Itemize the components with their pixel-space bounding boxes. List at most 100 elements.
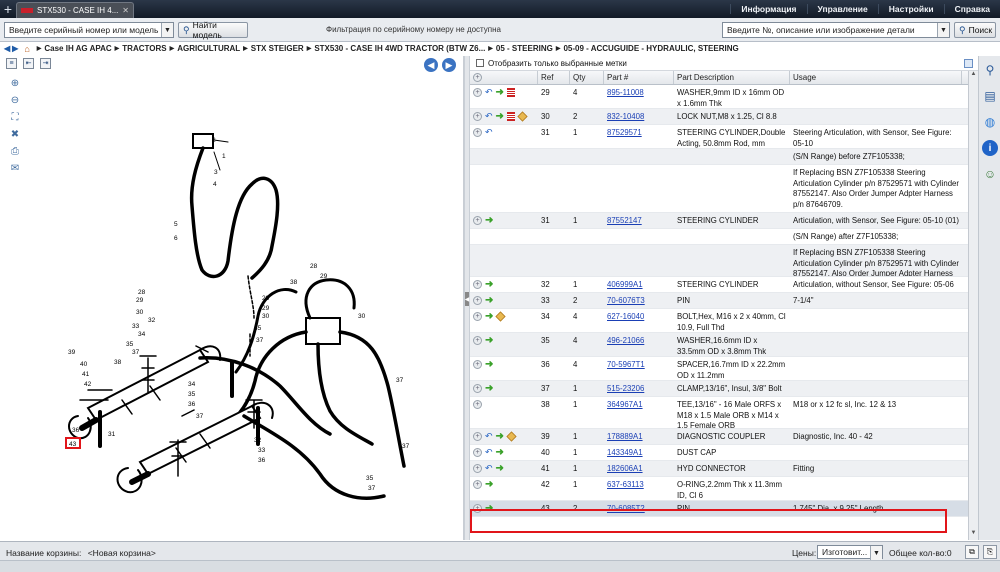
col-usage[interactable]: Usage — [790, 71, 962, 84]
table-row[interactable]: If Replacing BSN Z7F105338 Steering Arti… — [470, 165, 968, 213]
cell-part[interactable]: 70-6076T3 — [604, 293, 674, 308]
go-to-part-icon[interactable]: ➜ — [485, 280, 493, 290]
go-to-part-icon[interactable]: ➜ — [485, 336, 493, 346]
callout-28b[interactable]: 28 — [262, 295, 270, 302]
part-number-link[interactable]: 70-5967T1 — [607, 360, 645, 369]
scroll-up-icon[interactable]: ▲ — [969, 71, 978, 81]
callout-32[interactable]: 32 — [148, 317, 156, 324]
part-number-link[interactable]: 895-11008 — [607, 88, 644, 97]
go-to-part-icon[interactable]: ➜ — [496, 464, 504, 474]
callout-33[interactable]: 33 — [132, 323, 140, 330]
cell-part[interactable]: 70-6085T2 — [604, 501, 674, 516]
col-desc[interactable]: Part Description — [674, 71, 790, 84]
callout-35b[interactable]: 35 — [254, 325, 262, 332]
callout-35[interactable]: 35 — [126, 341, 134, 348]
where-used-icon[interactable]: ↶ — [485, 432, 493, 441]
table-row[interactable]: (S/N Range) after Z7F105338; — [470, 229, 968, 245]
table-row[interactable]: + ➜ 36 4 70-5967T1 SPACER,16.7mm ID x 22.2mm … — [470, 357, 968, 381]
callout-38[interactable]: 38 — [114, 359, 122, 366]
close-tab-icon[interactable]: ✕ — [122, 6, 129, 15]
breadcrumb-item[interactable]: TRACTORS — [122, 44, 166, 53]
restore-icon[interactable] — [964, 58, 973, 68]
show-selected-checkbox[interactable] — [476, 59, 484, 67]
part-number-link[interactable]: 637-63113 — [607, 480, 644, 489]
table-row[interactable]: + ➜ 37 1 515-23206 CLAMP,13/16", Insul, 3/8" … — [470, 381, 968, 397]
callout-43[interactable]: 43 — [69, 441, 77, 448]
callout-37d[interactable]: 37 — [396, 377, 404, 384]
part-number-link[interactable]: 832-10408 — [607, 112, 644, 121]
callout-39[interactable]: 39 — [68, 349, 76, 356]
cell-part[interactable]: 637-63113 — [604, 477, 674, 500]
table-row[interactable]: + ↶ ➜ 39 1 178889A1 DIAGNOSTIC COUPLER Diagnost… — [470, 429, 968, 445]
cart-icon[interactable]: ⎘ — [983, 545, 997, 559]
callout-30[interactable]: 30 — [136, 309, 144, 316]
callout-35c[interactable]: 35 — [188, 391, 196, 398]
scroll-down-icon[interactable]: ▼ — [969, 530, 978, 540]
info-icon[interactable]: i — [982, 140, 998, 156]
chevron-down-icon[interactable]: ▼ — [161, 23, 173, 37]
part-number-link[interactable]: 70-6085T2 — [607, 504, 645, 513]
cell-part[interactable]: 515-23206 — [604, 381, 674, 396]
part-number-link[interactable]: 496-21066 — [607, 336, 644, 345]
callout-29c[interactable]: 29 — [320, 273, 328, 280]
new-tab-button[interactable]: + — [0, 0, 16, 18]
part-number-link[interactable]: 406999A1 — [607, 280, 643, 289]
callout-41[interactable]: 41 — [82, 371, 90, 378]
breadcrumb-item[interactable]: Case IH AG APAC — [44, 44, 111, 53]
callout-3[interactable]: 3 — [214, 169, 218, 176]
cell-part[interactable]: 627-16040 — [604, 309, 674, 332]
add-to-cart-icon[interactable]: + — [473, 280, 482, 289]
nav-info[interactable]: Информация — [730, 4, 806, 14]
callout-34[interactable]: 34 — [138, 331, 146, 338]
breadcrumb-item[interactable]: 05 - STEERING — [496, 44, 553, 53]
table-row[interactable]: + ➜ 42 1 637-63113 O-RING,2.2mm Thk x 11.3mm … — [470, 477, 968, 501]
add-to-cart-icon[interactable]: + — [473, 360, 482, 369]
collapse-left-icon[interactable]: ◀ — [465, 292, 469, 306]
part-number-link[interactable]: 627-16040 — [607, 312, 644, 321]
chevron-down-icon[interactable]: ▼ — [870, 546, 882, 560]
where-used-icon[interactable]: ↶ — [485, 448, 493, 457]
cell-part[interactable]: 496-21066 — [604, 333, 674, 356]
go-to-part-icon[interactable]: ➜ — [485, 312, 493, 322]
breadcrumb-item[interactable]: 05-09 - ACCUGUIDE - HYDRAULIC, STEERING — [563, 44, 738, 53]
table-row[interactable]: + ↶ 31 1 87529571 STEERING CYLINDER,Double Ac… — [470, 125, 968, 149]
cell-part[interactable]: 406999A1 — [604, 277, 674, 292]
breadcrumb-item[interactable]: STX530 - CASE IH 4WD TRACTOR (BTW Z6... — [314, 44, 485, 53]
part-number-link[interactable]: 178889A1 — [607, 432, 643, 441]
table-row[interactable]: + ➜ 35 4 496-21066 WASHER,16.6mm ID x 33.5mm … — [470, 333, 968, 357]
add-to-cart-icon[interactable]: + — [473, 448, 482, 457]
add-to-cart-icon[interactable]: + — [473, 480, 482, 489]
go-to-part-icon[interactable]: ➜ — [485, 504, 493, 514]
add-to-cart-icon[interactable]: + — [473, 128, 482, 137]
go-to-part-icon[interactable]: ➜ — [485, 480, 493, 490]
callout-28[interactable]: 28 — [138, 289, 146, 296]
cell-part[interactable]: 364967A1 — [604, 397, 674, 428]
callout-38b[interactable]: 38 — [290, 279, 298, 286]
where-used-icon[interactable]: ↶ — [485, 128, 493, 137]
breadcrumb-item[interactable]: AGRICULTURAL — [177, 44, 240, 53]
part-number-link[interactable]: 143349A1 — [607, 448, 643, 457]
table-row[interactable]: + ➜ 33 2 70-6076T3 PIN 7-1/4" — [470, 293, 968, 309]
cart-name-value[interactable]: <Новая корзина> — [88, 548, 156, 558]
callout-5[interactable]: 5 — [174, 221, 178, 228]
serial-model-input[interactable]: Введите серийный номер или модель ▼ — [4, 22, 174, 38]
nav-management[interactable]: Управление — [806, 4, 878, 14]
part-number-link[interactable]: 182606A1 — [607, 464, 643, 473]
add-to-cart-icon[interactable]: + — [473, 384, 482, 393]
table-row[interactable]: + ➜ 34 4 627-16040 BOLT,Hex, M16 x 2 x 40mm, … — [470, 309, 968, 333]
panel-icon[interactable]: ▤ — [982, 88, 998, 104]
part-number-link[interactable]: 515-23206 — [607, 384, 644, 393]
part-number-link[interactable]: 364967A1 — [607, 400, 643, 409]
add-to-cart-icon[interactable]: + — [473, 296, 482, 305]
part-search-input[interactable]: Введите №, описание или изображение дета… — [722, 22, 950, 38]
callout-28c[interactable]: 28 — [310, 263, 318, 270]
callout-37[interactable]: 37 — [132, 349, 140, 356]
add-to-cart-icon[interactable]: + — [473, 464, 482, 473]
parts-scrollbar[interactable]: ▲ ▼ — [968, 71, 978, 540]
cell-part[interactable]: 832-10408 — [604, 109, 674, 124]
callout-40[interactable]: 40 — [80, 361, 88, 368]
cell-part[interactable]: 182606A1 — [604, 461, 674, 476]
home-icon[interactable]: ⌂ — [24, 44, 29, 54]
table-row[interactable]: + ↶ ➜ 29 4 895-11008 WASHER,9mm ID x 16mm OD x… — [470, 85, 968, 109]
go-to-part-icon[interactable]: ➜ — [496, 432, 504, 442]
